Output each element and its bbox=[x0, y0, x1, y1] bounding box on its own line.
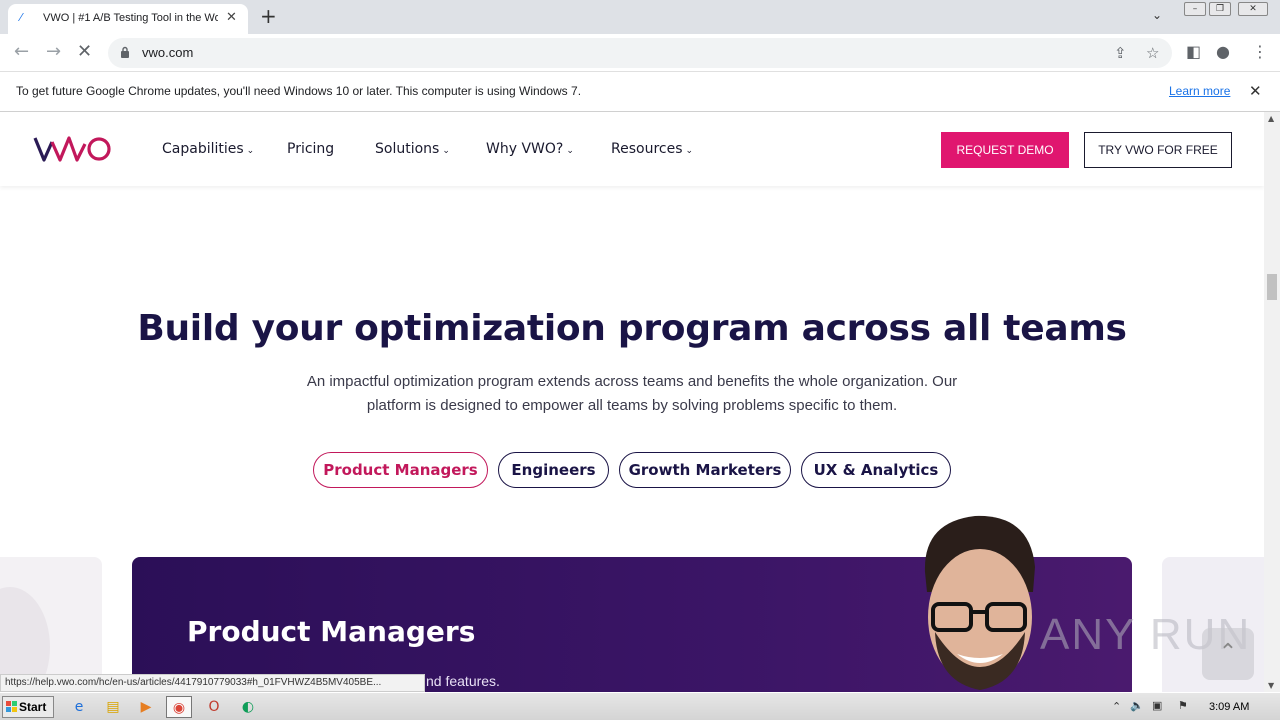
system-tray: ⌃ 🔈 ▣ ⚑ bbox=[1104, 696, 1280, 718]
windows-taskbar: Start e ▤ ▶ ◉ O ◐ ⌃ 🔈 ▣ ⚑ 3:09 AM bbox=[0, 692, 1280, 720]
edge-icon[interactable]: ◐ bbox=[235, 696, 261, 718]
web-page: Capabilities ⌄ Pricing Solutions ⌄ Why VWO… bbox=[0, 112, 1264, 692]
profile-avatar-icon[interactable]: ● bbox=[1216, 42, 1230, 61]
browser-tab[interactable]: ⁄ VWO | #1 A/B Testing Tool in the World… bbox=[8, 4, 248, 34]
chevron-down-icon: ⌄ bbox=[442, 146, 450, 156]
chevron-down-icon: ⌄ bbox=[566, 146, 574, 156]
nav-capabilities[interactable]: Capabilities ⌄ bbox=[162, 141, 254, 157]
person-photo-partial bbox=[0, 587, 50, 692]
ie-icon[interactable]: e bbox=[66, 696, 92, 718]
section-subtitle: An impactful optimization program extend… bbox=[306, 373, 958, 414]
address-bar[interactable]: vwo.com ⇪ ☆ bbox=[108, 38, 1172, 68]
nav-pricing[interactable]: Pricing bbox=[287, 141, 334, 157]
close-window-button[interactable]: ✕ bbox=[1238, 2, 1268, 16]
update-infobar: To get future Google Chrome updates, you… bbox=[0, 72, 1280, 112]
share-icon[interactable]: ⇪ bbox=[1114, 44, 1127, 62]
windows-logo-icon bbox=[6, 701, 17, 712]
new-tab-button[interactable]: + bbox=[260, 5, 277, 27]
infobar-close-icon[interactable]: ✕ bbox=[1249, 82, 1262, 100]
browser-toolbar: ← → ✕ vwo.com ⇪ ☆ ◧ ● ⋮ bbox=[0, 34, 1280, 72]
explorer-folder-icon[interactable]: ▤ bbox=[100, 696, 126, 718]
card-description: nd features. bbox=[426, 673, 500, 689]
section-title: Build your optimization program across a… bbox=[137, 308, 1127, 349]
status-bar-url: https://help.vwo.com/hc/en-us/articles/4… bbox=[0, 674, 425, 692]
vwo-favicon-icon: ⁄ bbox=[20, 11, 22, 24]
tab-engineers[interactable]: Engineers bbox=[498, 452, 609, 488]
nav-solutions[interactable]: Solutions ⌄ bbox=[375, 141, 450, 157]
learn-more-link[interactable]: Learn more bbox=[1169, 84, 1230, 98]
tab-search-chevron-icon[interactable]: ⌄ bbox=[1152, 8, 1162, 22]
nav-why-vwo[interactable]: Why VWO? ⌄ bbox=[486, 141, 574, 157]
opera-icon[interactable]: O bbox=[201, 696, 227, 718]
tray-expand-icon[interactable]: ⌃ bbox=[1112, 700, 1121, 713]
back-to-top-button[interactable]: ⌃ bbox=[1202, 628, 1254, 680]
start-button[interactable]: Start bbox=[2, 696, 54, 718]
more-menu-icon[interactable]: ⋮ bbox=[1252, 42, 1268, 61]
action-center-flag-icon[interactable]: ⚑ bbox=[1178, 699, 1188, 712]
taskbar-clock[interactable]: 3:09 AM bbox=[1209, 701, 1249, 713]
stop-loading-icon[interactable]: ✕ bbox=[77, 42, 92, 62]
vwo-logo[interactable] bbox=[33, 134, 113, 164]
close-tab-icon[interactable]: ✕ bbox=[226, 10, 237, 26]
side-panel-icon[interactable]: ◧ bbox=[1186, 42, 1201, 61]
lock-icon bbox=[121, 46, 129, 58]
page-scrollbar[interactable]: ▲ ▼ bbox=[1264, 112, 1280, 692]
scroll-down-icon[interactable]: ▼ bbox=[1268, 681, 1274, 690]
carousel-prev-card[interactable] bbox=[0, 557, 102, 692]
site-header: Capabilities ⌄ Pricing Solutions ⌄ Why VWO… bbox=[0, 112, 1264, 186]
scrollbar-thumb[interactable] bbox=[1267, 274, 1277, 300]
tab-ux-analytics[interactable]: UX & Analytics bbox=[801, 452, 951, 488]
scroll-up-icon[interactable]: ▲ bbox=[1268, 114, 1274, 123]
media-player-icon[interactable]: ▶ bbox=[133, 696, 159, 718]
minimize-button[interactable]: – bbox=[1184, 2, 1206, 16]
tab-strip: ⁄ VWO | #1 A/B Testing Tool in the World… bbox=[0, 0, 1280, 34]
person-photo bbox=[924, 515, 1035, 690]
nav-resources[interactable]: Resources ⌄ bbox=[611, 141, 693, 157]
restore-button[interactable]: ❐ bbox=[1209, 2, 1231, 16]
card-title: Product Managers bbox=[187, 615, 476, 648]
back-icon[interactable]: ← bbox=[14, 42, 29, 62]
tab-growth-marketers[interactable]: Growth Marketers bbox=[619, 452, 791, 488]
chevron-down-icon: ⌄ bbox=[685, 146, 694, 156]
network-icon[interactable]: ▣ bbox=[1152, 699, 1162, 712]
chrome-icon[interactable]: ◉ bbox=[166, 696, 192, 718]
chevron-down-icon: ⌄ bbox=[246, 146, 255, 156]
tab-product-managers[interactable]: Product Managers bbox=[313, 452, 488, 488]
infobar-message: To get future Google Chrome updates, you… bbox=[16, 84, 582, 98]
tab-title: VWO | #1 A/B Testing Tool in the World bbox=[43, 12, 218, 24]
try-free-button[interactable]: TRY VWO FOR FREE bbox=[1084, 132, 1232, 168]
bookmark-star-icon[interactable]: ☆ bbox=[1146, 44, 1159, 62]
request-demo-button[interactable]: REQUEST DEMO bbox=[941, 132, 1069, 168]
volume-icon[interactable]: 🔈 bbox=[1130, 699, 1144, 712]
url-text[interactable]: vwo.com bbox=[142, 45, 193, 60]
forward-icon[interactable]: → bbox=[46, 42, 61, 62]
